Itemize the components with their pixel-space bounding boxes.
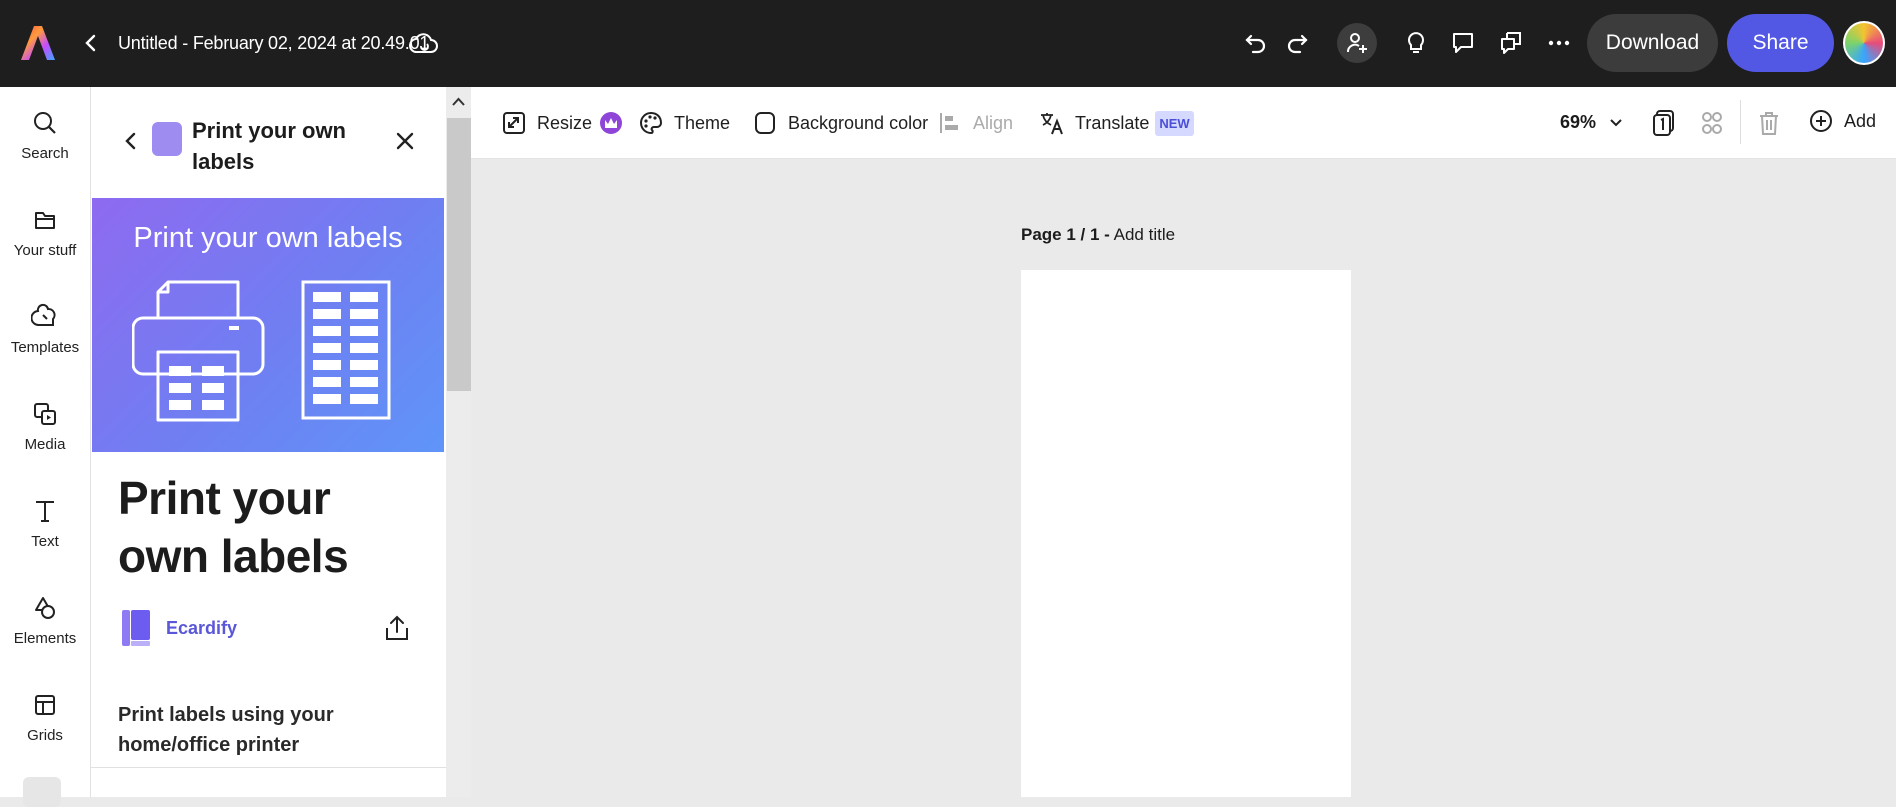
zoom-level[interactable]: 69% — [1560, 112, 1596, 133]
trash-icon — [1760, 112, 1778, 135]
add-page-button[interactable]: Add — [1808, 108, 1876, 134]
chevron-down-icon[interactable] — [1607, 114, 1625, 132]
author-book-icon — [122, 610, 150, 646]
panel-back-icon[interactable] — [121, 131, 141, 151]
palette-icon — [640, 111, 663, 135]
resize-button[interactable]: Resize — [501, 107, 623, 139]
add-label: Add — [1844, 110, 1877, 131]
rail-label: Search — [21, 145, 69, 162]
rail-label: Media — [24, 436, 66, 453]
rail-item-search[interactable]: Search — [0, 109, 90, 162]
duplicate-icon[interactable] — [1495, 27, 1527, 59]
translate-label: Translate — [1075, 112, 1150, 133]
new-badge: NEW — [1155, 110, 1194, 136]
translate-button[interactable]: Translate NEW — [1039, 107, 1194, 139]
rail-label: Text — [31, 533, 59, 550]
page-number: Page 1 / 1 - — [1021, 225, 1110, 244]
canvas-page[interactable] — [1021, 270, 1351, 797]
left-rail: Search Your stuff Templates Media Text E… — [0, 87, 91, 807]
share-button[interactable]: Share — [1727, 14, 1834, 72]
document-title[interactable]: Untitled - February 02, 2024 at 20.49.01 — [118, 33, 429, 54]
top-bar: Untitled - February 02, 2024 at 20.49.01… — [0, 0, 1896, 87]
panel-header: Print your own labels — [91, 87, 446, 197]
align-button[interactable]: Align — [937, 107, 1013, 139]
adobe-express-logo[interactable] — [20, 24, 56, 62]
templates-icon — [31, 303, 56, 326]
lightbulb-icon[interactable] — [1400, 27, 1432, 59]
close-icon[interactable] — [394, 130, 416, 152]
comment-icon[interactable] — [1447, 27, 1479, 59]
invite-person-icon[interactable] — [1337, 23, 1377, 63]
rail-item-your-stuff[interactable]: Your stuff — [0, 206, 90, 259]
theme-button[interactable]: Theme — [638, 107, 730, 139]
rail-item-elements[interactable]: Elements — [0, 594, 90, 647]
page-label: Page 1 / 1 - Add title — [1021, 225, 1175, 245]
rail-label: Elements — [13, 630, 77, 647]
rail-item-templates[interactable]: Templates — [0, 303, 90, 356]
divider — [91, 767, 446, 768]
theme-label: Theme — [674, 112, 731, 133]
text-icon — [36, 501, 54, 522]
link-disabled-icon — [1702, 112, 1722, 134]
template-title: Print your own labels — [118, 472, 349, 582]
download-button[interactable]: Download — [1587, 14, 1718, 72]
rail-label: Your stuff — [13, 242, 77, 259]
author-link[interactable]: Ecardify — [166, 618, 237, 639]
plus-circle-icon — [1810, 110, 1832, 132]
folder-icon — [35, 212, 55, 229]
scroll-up-icon[interactable] — [446, 92, 471, 112]
media-icon — [34, 403, 56, 425]
preview-title: Print your own labels — [133, 222, 403, 254]
toolbar-divider — [1740, 100, 1741, 144]
rail-item-text[interactable]: Text — [0, 497, 90, 550]
add-title-link[interactable]: Add title — [1114, 225, 1175, 244]
redo-icon[interactable] — [1281, 27, 1313, 59]
more-apps-button[interactable] — [23, 777, 61, 807]
printer-labels-illustration — [132, 280, 391, 422]
resize-label: Resize — [537, 112, 593, 133]
share-icon[interactable] — [384, 614, 410, 642]
panel-title: Print your own labels — [192, 118, 346, 174]
align-label: Align — [973, 112, 1014, 133]
avatar[interactable] — [1843, 21, 1885, 65]
pages-icon[interactable] — [1650, 108, 1678, 138]
rail-item-grids[interactable]: Grids — [0, 691, 90, 744]
scrollbar-thumb[interactable] — [447, 118, 471, 391]
template-thumbnail — [152, 122, 182, 156]
rail-item-media[interactable]: Media — [0, 400, 90, 453]
rail-label: Templates — [10, 339, 80, 356]
template-description: Print labels using your home/office prin… — [118, 704, 334, 756]
back-icon[interactable] — [80, 32, 102, 54]
template-preview[interactable]: Print your own labels — [92, 198, 444, 452]
translate-icon — [1041, 113, 1063, 135]
background-color-button[interactable]: Background color — [752, 107, 928, 139]
search-icon — [34, 112, 56, 134]
grids-icon — [35, 695, 55, 715]
background-color-label: Background color — [788, 112, 929, 133]
elements-icon — [35, 597, 55, 619]
cloud-sync-icon[interactable] — [409, 30, 439, 58]
template-detail-panel: Print your own labels Print your own lab… — [91, 87, 446, 797]
premium-crown-icon — [600, 112, 623, 134]
undo-icon[interactable] — [1240, 27, 1272, 59]
background-swatch-icon — [755, 112, 775, 134]
align-left-icon — [940, 113, 958, 133]
rail-label: Grids — [27, 727, 63, 744]
more-icon[interactable] — [1543, 27, 1575, 59]
resize-icon — [503, 112, 525, 134]
